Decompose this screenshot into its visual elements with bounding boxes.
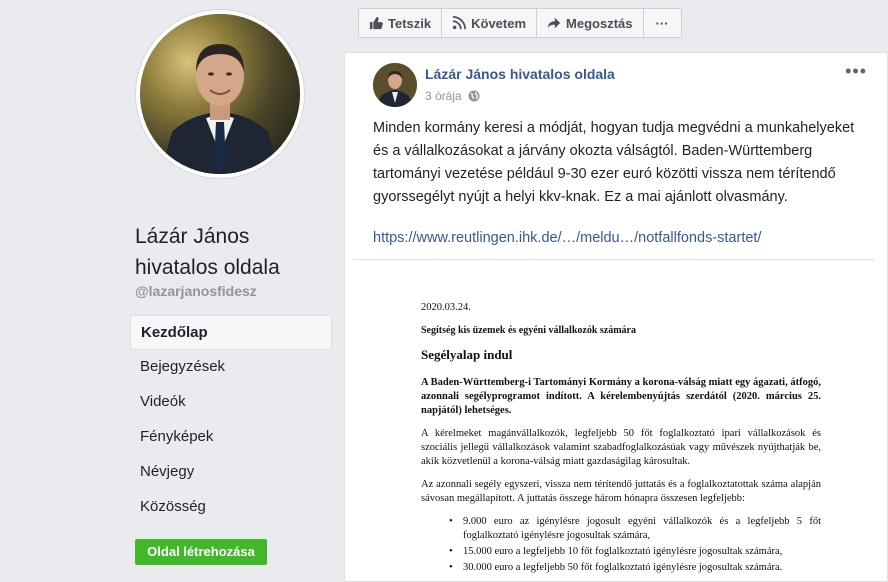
nav-item-videos[interactable]: Videók xyxy=(130,385,332,420)
post-link[interactable]: https://www.reutlingen.ihk.de/…/meldu…/n… xyxy=(373,230,761,246)
like-label: Tetszik xyxy=(388,15,432,31)
profile-photo-illustration xyxy=(140,14,300,174)
doc-bullet: 9.000 euro az igénylésre jogosult egyéni… xyxy=(449,515,821,543)
doc-date: 2020.03.24. xyxy=(421,302,471,313)
nav-item-photos[interactable]: Fényképek xyxy=(130,420,332,455)
post-card: Lázár János hivatalos oldala 3 órája •••… xyxy=(344,52,888,582)
like-button[interactable]: Tetszik xyxy=(359,9,443,37)
author-avatar-illustration xyxy=(373,63,417,107)
nav-item-home[interactable]: Kezdőlap xyxy=(130,315,332,350)
thumbs-up-icon xyxy=(369,16,383,30)
doc-subtitle: Segítség kis üzemek és egyéni vállalkozó… xyxy=(421,325,636,336)
doc-bullet: 15.000 euro a legfeljebb 10 főt foglalko… xyxy=(449,545,821,559)
page-name-line1: Lázár János xyxy=(135,225,250,248)
globe-icon xyxy=(468,90,480,102)
more-actions-button[interactable]: ··· xyxy=(644,9,681,37)
profile-picture[interactable] xyxy=(136,10,304,178)
post-divider xyxy=(353,259,875,260)
page-action-bar: Tetszik Követem Megosztás ··· xyxy=(358,8,682,38)
post-timestamp: 3 órája xyxy=(425,89,480,103)
page-name[interactable]: Lázár János hivatalos oldala xyxy=(135,221,335,283)
post-author-name[interactable]: Lázár János hivatalos oldala xyxy=(425,66,615,82)
nav-item-community[interactable]: Közösség xyxy=(130,490,332,525)
follow-button[interactable]: Követem xyxy=(442,9,538,37)
profile-photo xyxy=(140,14,300,174)
rss-icon xyxy=(452,16,467,30)
page-nav: Kezdőlap Bejegyzések Videók Fényképek Né… xyxy=(130,315,332,525)
share-button[interactable]: Megosztás xyxy=(537,9,644,37)
nav-item-posts[interactable]: Bejegyzések xyxy=(130,350,332,385)
share-label: Megosztás xyxy=(566,15,633,31)
doc-bullet-list: 9.000 euro az igénylésre jogosult egyéni… xyxy=(421,515,821,575)
doc-bullet: 30.000 euro a legfeljebb 50 főt foglalko… xyxy=(449,561,821,575)
follow-label: Követem xyxy=(471,15,527,31)
left-column: Lázár János hivatalos oldala @lazarjanos… xyxy=(0,0,344,582)
post-author-avatar[interactable] xyxy=(373,63,417,107)
page-name-line2: hivatalos oldala xyxy=(135,256,280,279)
share-arrow-icon xyxy=(547,17,561,29)
create-page-button[interactable]: Oldal létrehozása xyxy=(135,539,267,565)
doc-paragraph-3: Az azonnali segély egyszeri, vissza nem … xyxy=(421,479,821,504)
doc-paragraph-2: A kérelmeket magánvállalkozók, legfeljeb… xyxy=(421,428,821,467)
post-options-button[interactable]: ••• xyxy=(845,61,867,82)
doc-title: Segélyalap indul xyxy=(421,347,513,362)
nav-item-about[interactable]: Névjegy xyxy=(130,455,332,490)
doc-paragraph-1: A Baden-Württemberg-i Tartományi Kormány… xyxy=(421,377,821,416)
more-dots-icon: ··· xyxy=(655,15,669,31)
page-handle[interactable]: @lazarjanosfidesz xyxy=(135,283,257,299)
post-document-image[interactable]: 2020.03.24. Segítség kis üzemek és egyén… xyxy=(421,301,821,577)
post-time-text[interactable]: 3 órája xyxy=(425,89,462,103)
post-text: Minden kormány keresi a módját, hogyan t… xyxy=(373,120,855,205)
